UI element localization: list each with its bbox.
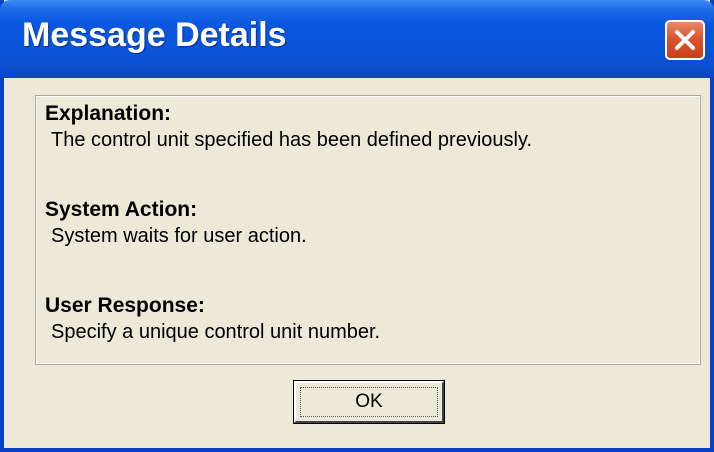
- system-action-heading: System Action:: [45, 198, 198, 221]
- user-response-heading: User Response:: [45, 294, 205, 317]
- message-panel: Explanation: The control unit specified …: [35, 95, 701, 365]
- user-response-section: User Response: Specify a unique control …: [45, 293, 695, 345]
- explanation-section: Explanation: The control unit specified …: [45, 101, 695, 153]
- close-x-icon: [675, 30, 695, 50]
- explanation-heading: Explanation:: [45, 102, 172, 125]
- system-action-section: System Action: System waits for user act…: [45, 197, 695, 249]
- title-bar[interactable]: Message Details: [0, 0, 714, 78]
- user-response-text: Specify a unique control unit number.: [51, 321, 381, 343]
- close-button[interactable]: [665, 20, 705, 60]
- message-details-dialog: Message Details Explanation: The control…: [0, 0, 714, 452]
- explanation-text: The control unit specified has been defi…: [51, 129, 533, 151]
- ok-button-label: OK: [355, 391, 383, 412]
- ok-button[interactable]: OK: [293, 380, 445, 424]
- system-action-text: System waits for user action.: [51, 225, 307, 247]
- dialog-title: Message Details: [22, 16, 287, 54]
